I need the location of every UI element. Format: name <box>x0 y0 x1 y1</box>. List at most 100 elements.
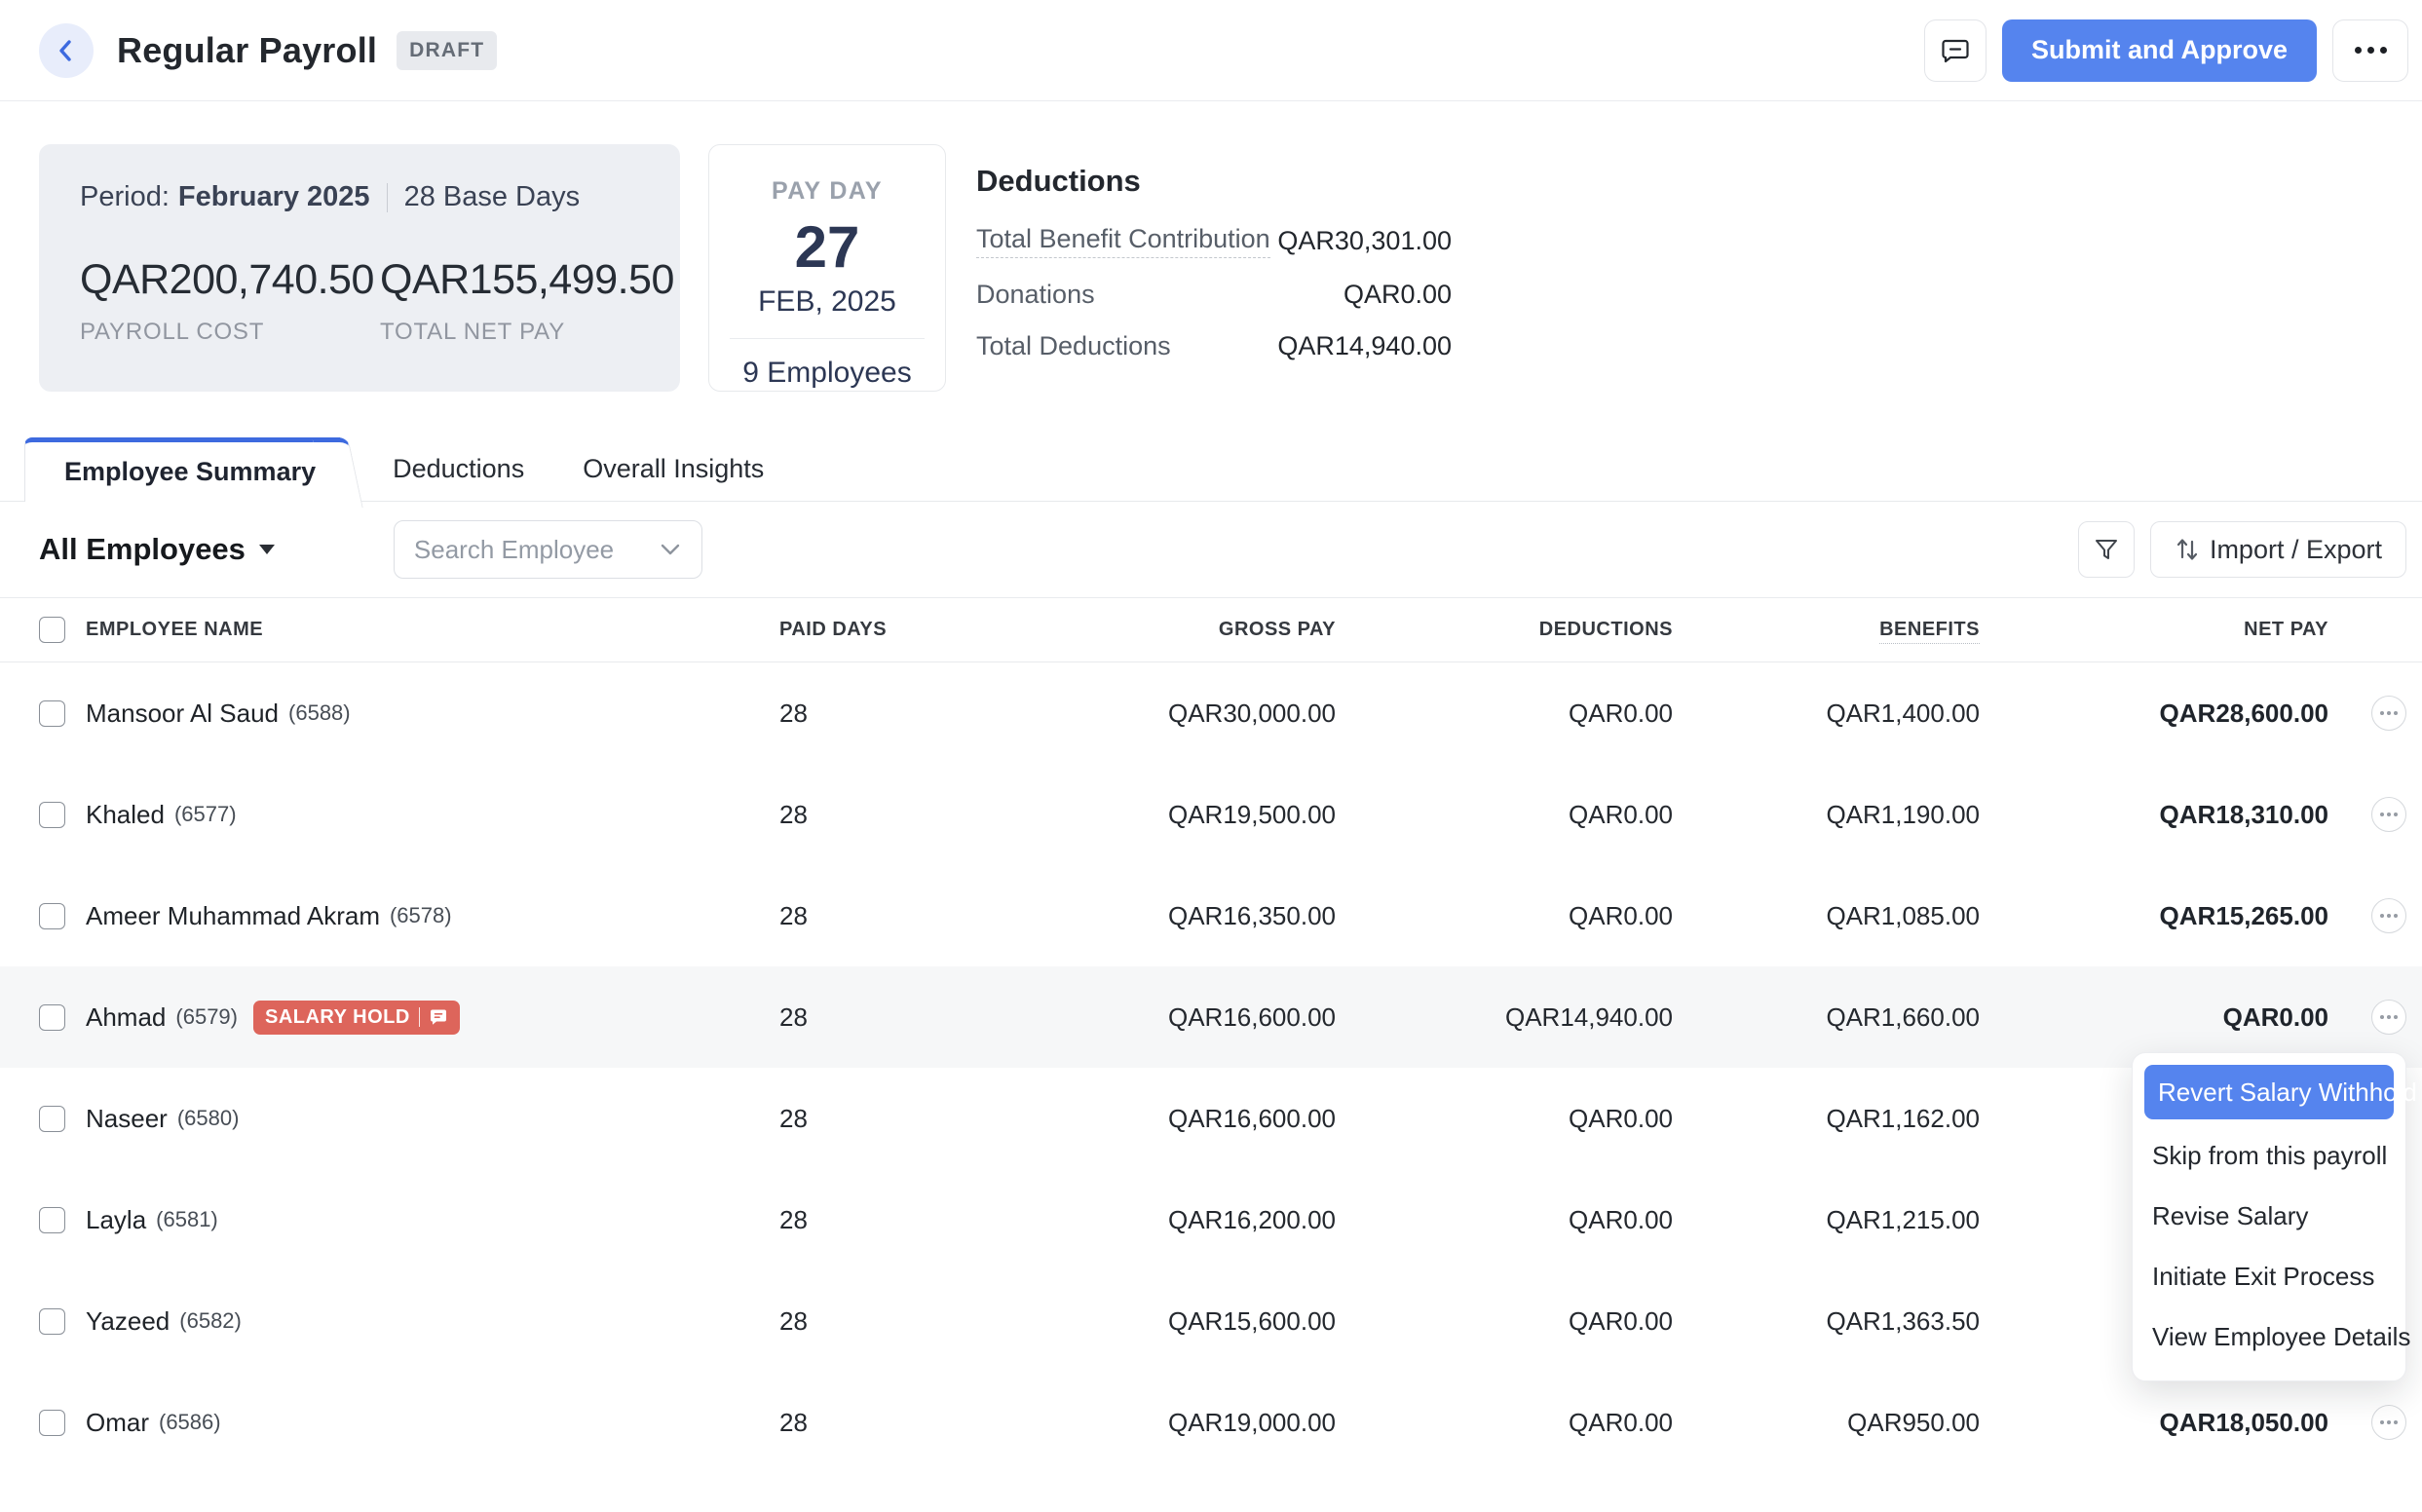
funnel-icon <box>2093 536 2120 563</box>
table-row-salary-hold: Ahmad (6579) SALARY HOLD 28 QAR16,600.00… <box>0 966 2422 1068</box>
base-days: 28 Base Days <box>404 181 581 213</box>
tab-deductions[interactable]: Deductions <box>363 437 553 501</box>
gross-pay-cell: QAR15,600.00 <box>906 1306 1336 1337</box>
row-more-button[interactable] <box>2371 1405 2406 1440</box>
col-employee-name: EMPLOYEE NAME <box>86 619 779 641</box>
table-row: Omar (6586) 28 QAR19,000.00 QAR0.00 QAR9… <box>0 1372 2422 1473</box>
benefits-cell: QAR1,215.00 <box>1673 1205 1980 1235</box>
deductions-cell: QAR14,940.00 <box>1336 1002 1673 1033</box>
table-row: Khaled (6577) 28 QAR19,500.00 QAR0.00 QA… <box>0 764 2422 865</box>
benefits-cell: QAR1,660.00 <box>1673 1002 1980 1033</box>
deductions-cell: QAR0.00 <box>1336 1205 1673 1235</box>
caret-down-icon <box>259 545 275 554</box>
period-value: February 2025 <box>178 181 370 213</box>
paid-days-cell: 28 <box>779 800 906 830</box>
paid-days-cell: 28 <box>779 699 906 729</box>
table-row: Yazeed (6582) 28 QAR15,600.00 QAR0.00 QA… <box>0 1270 2422 1372</box>
row-checkbox[interactable] <box>39 1308 65 1335</box>
divider <box>419 1007 421 1027</box>
payday-day: 27 <box>709 215 945 280</box>
period-label: Period: <box>80 181 170 213</box>
menu-item-revert-salary-withhold[interactable]: Revert Salary Withhold <box>2144 1065 2394 1119</box>
total-net-pay-label: TOTAL NET PAY <box>380 319 674 346</box>
back-button[interactable] <box>39 23 94 78</box>
payday-label: PAY DAY <box>709 177 945 206</box>
table-row: Naseer (6580) 28 QAR16,600.00 QAR0.00 QA… <box>0 1068 2422 1169</box>
payroll-cost-label: PAYROLL COST <box>80 319 380 346</box>
deduction-line: Donations QAR0.00 <box>976 280 1452 310</box>
employee-name-cell: Ahmad (6579) SALARY HOLD <box>86 1001 779 1035</box>
row-checkbox[interactable] <box>39 1207 65 1233</box>
deductions-panel: Deductions Total Benefit Contribution QA… <box>976 144 1510 383</box>
menu-item-skip-from-payroll[interactable]: Skip from this payroll <box>2144 1125 2394 1186</box>
page-title: Regular Payroll <box>117 30 377 71</box>
row-checkbox[interactable] <box>39 1106 65 1132</box>
search-employee-select[interactable]: Search Employee <box>394 520 702 579</box>
table-toolbar: All Employees Search Employee Import / E… <box>0 502 2422 598</box>
salary-hold-badge[interactable]: SALARY HOLD <box>253 1001 460 1035</box>
paid-days-cell: 28 <box>779 1408 906 1438</box>
menu-item-view-employee-details[interactable]: View Employee Details <box>2144 1306 2394 1367</box>
gross-pay-cell: QAR16,350.00 <box>906 901 1336 931</box>
comments-button[interactable] <box>1924 19 1987 82</box>
employee-name-cell: Mansoor Al Saud (6588) <box>86 699 779 729</box>
tab-employee-summary[interactable]: Employee Summary <box>24 437 340 502</box>
net-pay-cell: QAR0.00 <box>1980 1002 2328 1033</box>
employee-filter-dropdown[interactable]: All Employees <box>39 532 275 567</box>
payroll-cost-value: QAR200,740.50 <box>80 256 380 304</box>
deductions-cell: QAR0.00 <box>1336 1408 1673 1438</box>
payday-date: FEB, 2025 <box>709 285 945 319</box>
row-more-button[interactable] <box>2371 696 2406 731</box>
row-more-button[interactable] <box>2371 898 2406 933</box>
select-all-checkbox[interactable] <box>39 617 65 643</box>
submit-and-approve-button[interactable]: Submit and Approve <box>2002 19 2317 82</box>
paid-days-cell: 28 <box>779 1205 906 1235</box>
total-deductions-value: QAR14,940.00 <box>1277 331 1452 361</box>
row-checkbox[interactable] <box>39 1410 65 1436</box>
status-badge: DRAFT <box>397 31 497 70</box>
filter-button[interactable] <box>2078 521 2135 578</box>
import-export-button[interactable]: Import / Export <box>2150 521 2406 578</box>
benefits-cell: QAR1,363.50 <box>1673 1306 1980 1337</box>
menu-item-revise-salary[interactable]: Revise Salary <box>2144 1186 2394 1246</box>
deductions-cell: QAR0.00 <box>1336 1104 1673 1134</box>
speech-bubble-icon <box>429 1007 448 1027</box>
paid-days-cell: 28 <box>779 1002 906 1033</box>
tab-overall-insights[interactable]: Overall Insights <box>553 437 793 501</box>
row-context-menu: Revert Salary Withhold Skip from this pa… <box>2132 1052 2406 1381</box>
col-net-pay: NET PAY <box>1980 619 2328 641</box>
table-row: Layla (6581) 28 QAR16,200.00 QAR0.00 QAR… <box>0 1169 2422 1270</box>
total-benefit-contribution-label[interactable]: Total Benefit Contribution <box>976 224 1270 258</box>
donations-label: Donations <box>976 280 1095 310</box>
benefits-cell: QAR1,400.00 <box>1673 699 1980 729</box>
employee-name-cell: Omar (6586) <box>86 1408 779 1438</box>
col-paid-days: PAID DAYS <box>779 619 906 641</box>
gross-pay-cell: QAR19,000.00 <box>906 1408 1336 1438</box>
benefits-cell: QAR950.00 <box>1673 1408 1980 1438</box>
row-checkbox[interactable] <box>39 700 65 727</box>
deductions-cell: QAR0.00 <box>1336 901 1673 931</box>
employee-name-cell: Khaled (6577) <box>86 800 779 830</box>
more-options-button[interactable] <box>2332 19 2408 82</box>
deduction-line: Total Benefit Contribution QAR30,301.00 <box>976 224 1452 258</box>
row-checkbox[interactable] <box>39 1004 65 1031</box>
row-checkbox[interactable] <box>39 802 65 828</box>
row-more-button[interactable] <box>2371 1000 2406 1035</box>
row-more-button[interactable] <box>2371 797 2406 832</box>
deduction-line: Total Deductions QAR14,940.00 <box>976 331 1452 361</box>
ellipsis-icon <box>2355 47 2387 54</box>
deductions-cell: QAR0.00 <box>1336 1306 1673 1337</box>
tab-bar: Employee Summary Deductions Overall Insi… <box>0 437 2422 502</box>
net-pay-cell: QAR15,265.00 <box>1980 901 2328 931</box>
benefits-cell: QAR1,190.00 <box>1673 800 1980 830</box>
benefits-cell: QAR1,162.00 <box>1673 1104 1980 1134</box>
payday-card: PAY DAY 27 FEB, 2025 9 Employees <box>708 144 946 392</box>
menu-item-initiate-exit-process[interactable]: Initiate Exit Process <box>2144 1246 2394 1306</box>
employee-count: 9 Employees <box>709 357 945 390</box>
payroll-summary-section: Period: February 2025 28 Base Days QAR20… <box>39 144 2383 392</box>
chevron-down-icon <box>659 542 682 557</box>
row-checkbox[interactable] <box>39 903 65 929</box>
col-gross-pay: GROSS PAY <box>906 619 1336 641</box>
up-down-arrows-icon <box>2175 536 2200 563</box>
donations-value: QAR0.00 <box>1343 280 1452 310</box>
